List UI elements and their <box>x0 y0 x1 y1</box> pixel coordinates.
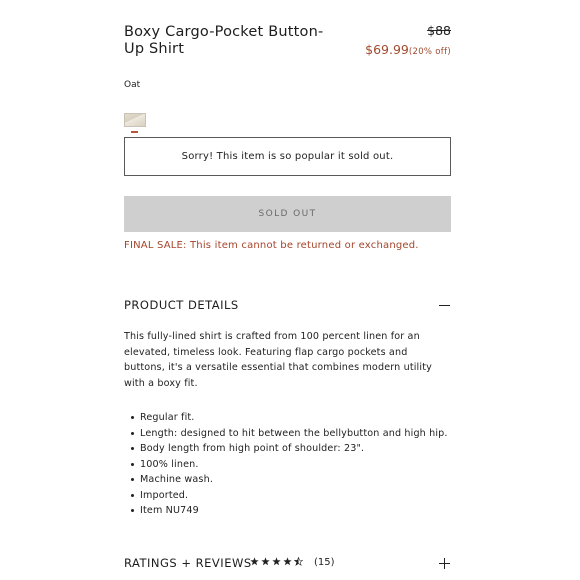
sold-out-button[interactable]: SOLD OUT <box>124 196 451 232</box>
sale-price: $69.99 <box>365 42 409 57</box>
sold-out-notice: Sorry! This item is so popular it sold o… <box>124 137 451 176</box>
list-item: Length: designed to hit between the bell… <box>124 426 451 442</box>
half-star-icon <box>294 557 303 566</box>
product-title: Boxy Cargo-Pocket Button-Up Shirt <box>124 24 324 57</box>
list-item: Body length from high point of shoulder:… <box>124 441 451 457</box>
original-price: $88 <box>427 23 451 38</box>
list-item: Imported. <box>124 488 451 504</box>
final-sale-notice: FINAL SALE: This item cannot be returned… <box>124 240 419 251</box>
list-item: Machine wash. <box>124 472 451 488</box>
color-name: Oat <box>124 80 141 90</box>
color-swatch-oat[interactable] <box>124 113 146 127</box>
star-rating <box>250 557 303 566</box>
star-icon <box>283 557 292 566</box>
product-details-list: Regular fit. Length: designed to hit bet… <box>124 410 451 519</box>
product-header: Boxy Cargo-Pocket Button-Up Shirt $88 $6… <box>124 24 451 60</box>
minus-icon[interactable] <box>439 299 451 311</box>
price-block: $88 $69.99(20% off) <box>365 24 451 58</box>
plus-icon[interactable] <box>439 557 451 569</box>
selected-swatch-indicator <box>131 131 138 133</box>
product-details-header[interactable]: PRODUCT DETAILS <box>124 298 451 316</box>
review-count[interactable]: (15) <box>314 557 335 568</box>
list-item: Regular fit. <box>124 410 451 426</box>
list-item: Item NU749 <box>124 503 451 519</box>
ratings-reviews-header[interactable]: RATINGS + REVIEWS (15) <box>124 556 451 574</box>
product-details-title: PRODUCT DETAILS <box>124 298 239 312</box>
discount-label: (20% off) <box>408 47 451 57</box>
product-description: This fully-lined shirt is crafted from 1… <box>124 331 432 389</box>
star-icon <box>272 557 281 566</box>
list-item: 100% linen. <box>124 457 451 473</box>
star-icon <box>261 557 270 566</box>
ratings-reviews-title: RATINGS + REVIEWS <box>124 556 252 570</box>
star-icon <box>250 557 259 566</box>
sale-price-line: $69.99(20% off) <box>365 39 451 58</box>
